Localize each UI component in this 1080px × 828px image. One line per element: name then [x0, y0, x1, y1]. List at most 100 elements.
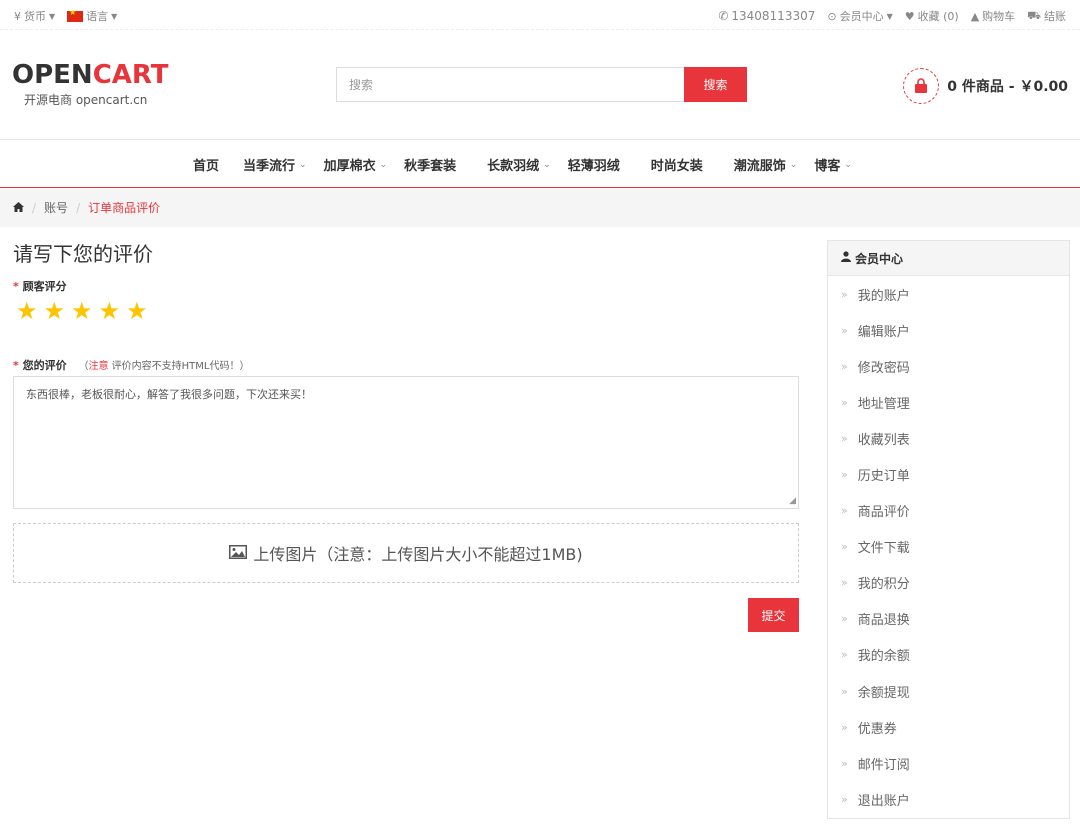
- sidebar-item-label: 优惠券: [857, 721, 897, 737]
- sidebar-header: 会员中心: [828, 241, 1069, 276]
- user-circle-icon: ⊙: [827, 9, 837, 23]
- double-chevron-right-icon: »: [841, 323, 848, 337]
- sidebar-item-label: 余额提现: [857, 685, 910, 701]
- account-sidebar: 会员中心 » 我的账户 » 编辑账户 » 修改密码 » 地址管理 » 收藏列表 » 历史订单 » 商品评价…: [827, 240, 1070, 819]
- nav-item[interactable]: 时尚女装: [651, 155, 703, 174]
- review-label: * 您的评价 （注意 评价内容不支持HTML代码！）: [13, 359, 250, 372]
- site-logo[interactable]: OPENCART 开源电商 opencart.cn: [12, 60, 182, 108]
- upload-image-area[interactable]: 上传图片（注意：上传图片大小不能超过1MB): [13, 523, 799, 583]
- nav-item-label: 时尚女装: [650, 159, 703, 174]
- nav-item-label: 秋季套装: [404, 159, 457, 174]
- header-cart[interactable]: 0 件商品 - ￥0.00: [903, 68, 1068, 104]
- nav-item-label: 首页: [193, 159, 220, 174]
- chevron-down-icon: ⌄: [299, 159, 307, 170]
- breadcrumb-item-account[interactable]: 账号: [44, 199, 68, 216]
- star-icon[interactable]: ★: [16, 299, 38, 323]
- currency-label: 货币: [24, 10, 46, 23]
- account-dropdown[interactable]: ⊙ 会员中心 ▼: [827, 8, 892, 24]
- sidebar-item-label: 邮件订阅: [857, 757, 910, 773]
- sidebar-item[interactable]: » 编辑账户: [828, 312, 1069, 348]
- heart-icon: ♥: [904, 9, 915, 23]
- top-bar: ¥ 货币 ▼ 语言 ▼ ✆ 13408113307 ⊙ 会员中心 ▼ ♥ 收藏 …: [0, 0, 1080, 30]
- wishlist-link[interactable]: ♥ 收藏 (0): [905, 8, 959, 24]
- nav-item[interactable]: 首页: [193, 155, 219, 174]
- required-asterisk: *: [13, 280, 19, 293]
- sidebar-item-label: 地址管理: [857, 396, 910, 412]
- currency-dropdown[interactable]: ¥ 货币 ▼: [14, 8, 55, 24]
- search-button[interactable]: 搜索: [684, 67, 747, 102]
- double-chevron-right-icon: »: [841, 576, 848, 590]
- cart-icon: ⛟: [1027, 8, 1041, 22]
- sidebar-item[interactable]: » 地址管理: [828, 384, 1069, 420]
- language-dropdown[interactable]: 语言 ▼: [67, 8, 117, 24]
- nav-item[interactable]: 当季流行 ⌄: [243, 155, 307, 174]
- sidebar-item[interactable]: » 我的积分: [828, 565, 1069, 601]
- sidebar-item[interactable]: » 商品退换: [828, 601, 1069, 637]
- sidebar-item-label: 退出账户: [857, 793, 910, 809]
- cart-link[interactable]: ▲ 购物车: [971, 8, 1015, 24]
- sidebar-item-label: 商品评价: [857, 505, 910, 521]
- nav-item-label: 当季流行: [243, 159, 296, 174]
- breadcrumb-separator: /: [76, 200, 81, 215]
- sidebar-item-label: 我的账户: [857, 288, 910, 304]
- double-chevron-right-icon: »: [841, 359, 848, 373]
- nav-item[interactable]: 潮流服饰 ⌄: [734, 155, 798, 174]
- sidebar-item[interactable]: » 文件下载: [828, 529, 1069, 565]
- sidebar-item[interactable]: » 优惠券: [828, 709, 1069, 745]
- nav-item[interactable]: 轻薄羽绒: [568, 155, 620, 174]
- double-chevron-right-icon: »: [841, 431, 848, 445]
- nav-item[interactable]: 博客 ⌄: [814, 155, 852, 174]
- caret-down-icon: ▼: [49, 11, 56, 21]
- nav-item[interactable]: 加厚棉衣 ⌄: [324, 155, 388, 174]
- china-flag-icon: [67, 8, 84, 22]
- chevron-down-icon: ⌄: [543, 159, 551, 170]
- review-text: 东西很棒，老板很耐心，解答了我很多问题，下次还来买！: [26, 388, 312, 401]
- star-icon[interactable]: ★: [99, 299, 121, 323]
- sidebar-item-label: 商品退换: [857, 613, 910, 629]
- caret-down-icon: ▼: [886, 11, 893, 21]
- sidebar-item[interactable]: » 历史订单: [828, 456, 1069, 492]
- checkout-link[interactable]: ⛟ 结账: [1027, 8, 1066, 24]
- double-chevron-right-icon: »: [841, 720, 848, 734]
- phone-link[interactable]: ✆ 13408113307: [718, 9, 815, 23]
- submit-button[interactable]: 提交: [748, 598, 799, 632]
- review-textarea[interactable]: 东西很棒，老板很耐心，解答了我很多问题，下次还来买！ ◢: [13, 376, 799, 509]
- sidebar-item[interactable]: » 余额提现: [828, 673, 1069, 709]
- double-chevron-right-icon: »: [841, 395, 848, 409]
- home-icon[interactable]: [13, 201, 24, 215]
- sidebar-item[interactable]: » 邮件订阅: [828, 745, 1069, 781]
- sidebar-item-label: 修改密码: [857, 360, 910, 376]
- resize-handle-icon[interactable]: ◢: [789, 496, 796, 506]
- search-input[interactable]: 搜索: [336, 67, 684, 102]
- review-form: 请写下您的评价 * 顾客评分 ★ ★ ★ ★ ★ * 您的评价 （注意 评价内容不支持H…: [13, 240, 799, 632]
- yen-icon: ¥: [14, 9, 21, 23]
- chevron-down-icon: ⌄: [789, 159, 798, 170]
- double-chevron-right-icon: »: [841, 468, 848, 482]
- logo-cart-text: CART: [92, 60, 169, 90]
- star-icon[interactable]: ★: [126, 299, 148, 323]
- cart-summary: 0 件商品 - ￥0.00: [947, 79, 1068, 95]
- cart-label: 购物车: [982, 10, 1016, 23]
- breadcrumb: / 账号 / 订单商品评价: [0, 188, 1080, 227]
- sidebar-item[interactable]: » 我的余额: [828, 637, 1069, 673]
- star-icon[interactable]: ★: [44, 299, 66, 323]
- sidebar-item[interactable]: » 退出账户: [828, 781, 1069, 817]
- double-chevron-right-icon: »: [841, 756, 848, 770]
- main-nav: 首页 当季流行 ⌄ 加厚棉衣 ⌄ 秋季套装 长款羽绒 ⌄ 轻薄羽绒 时尚女装 潮流服饰 ⌄ 博客 ⌄: [0, 139, 1080, 188]
- shopping-bag-icon: [903, 68, 940, 104]
- rating-stars[interactable]: ★ ★ ★ ★ ★: [13, 299, 799, 323]
- chevron-down-icon: ⌄: [379, 159, 388, 170]
- sidebar-item[interactable]: » 商品评价: [828, 493, 1069, 529]
- sidebar-item[interactable]: » 收藏列表: [828, 420, 1069, 456]
- required-asterisk: *: [13, 359, 19, 372]
- sidebar-item[interactable]: » 修改密码: [828, 348, 1069, 384]
- nav-item[interactable]: 秋季套装: [404, 155, 456, 174]
- breadcrumb-item-current[interactable]: 订单商品评价: [88, 199, 160, 216]
- star-icon[interactable]: ★: [71, 299, 93, 323]
- sidebar-item[interactable]: » 我的账户: [828, 276, 1069, 312]
- caret-down-icon: ▼: [111, 11, 118, 21]
- double-chevron-right-icon: »: [841, 287, 848, 301]
- double-chevron-right-icon: »: [841, 792, 848, 806]
- nav-item[interactable]: 长款羽绒 ⌄: [487, 155, 551, 174]
- rating-label: * 顾客评分: [13, 280, 67, 293]
